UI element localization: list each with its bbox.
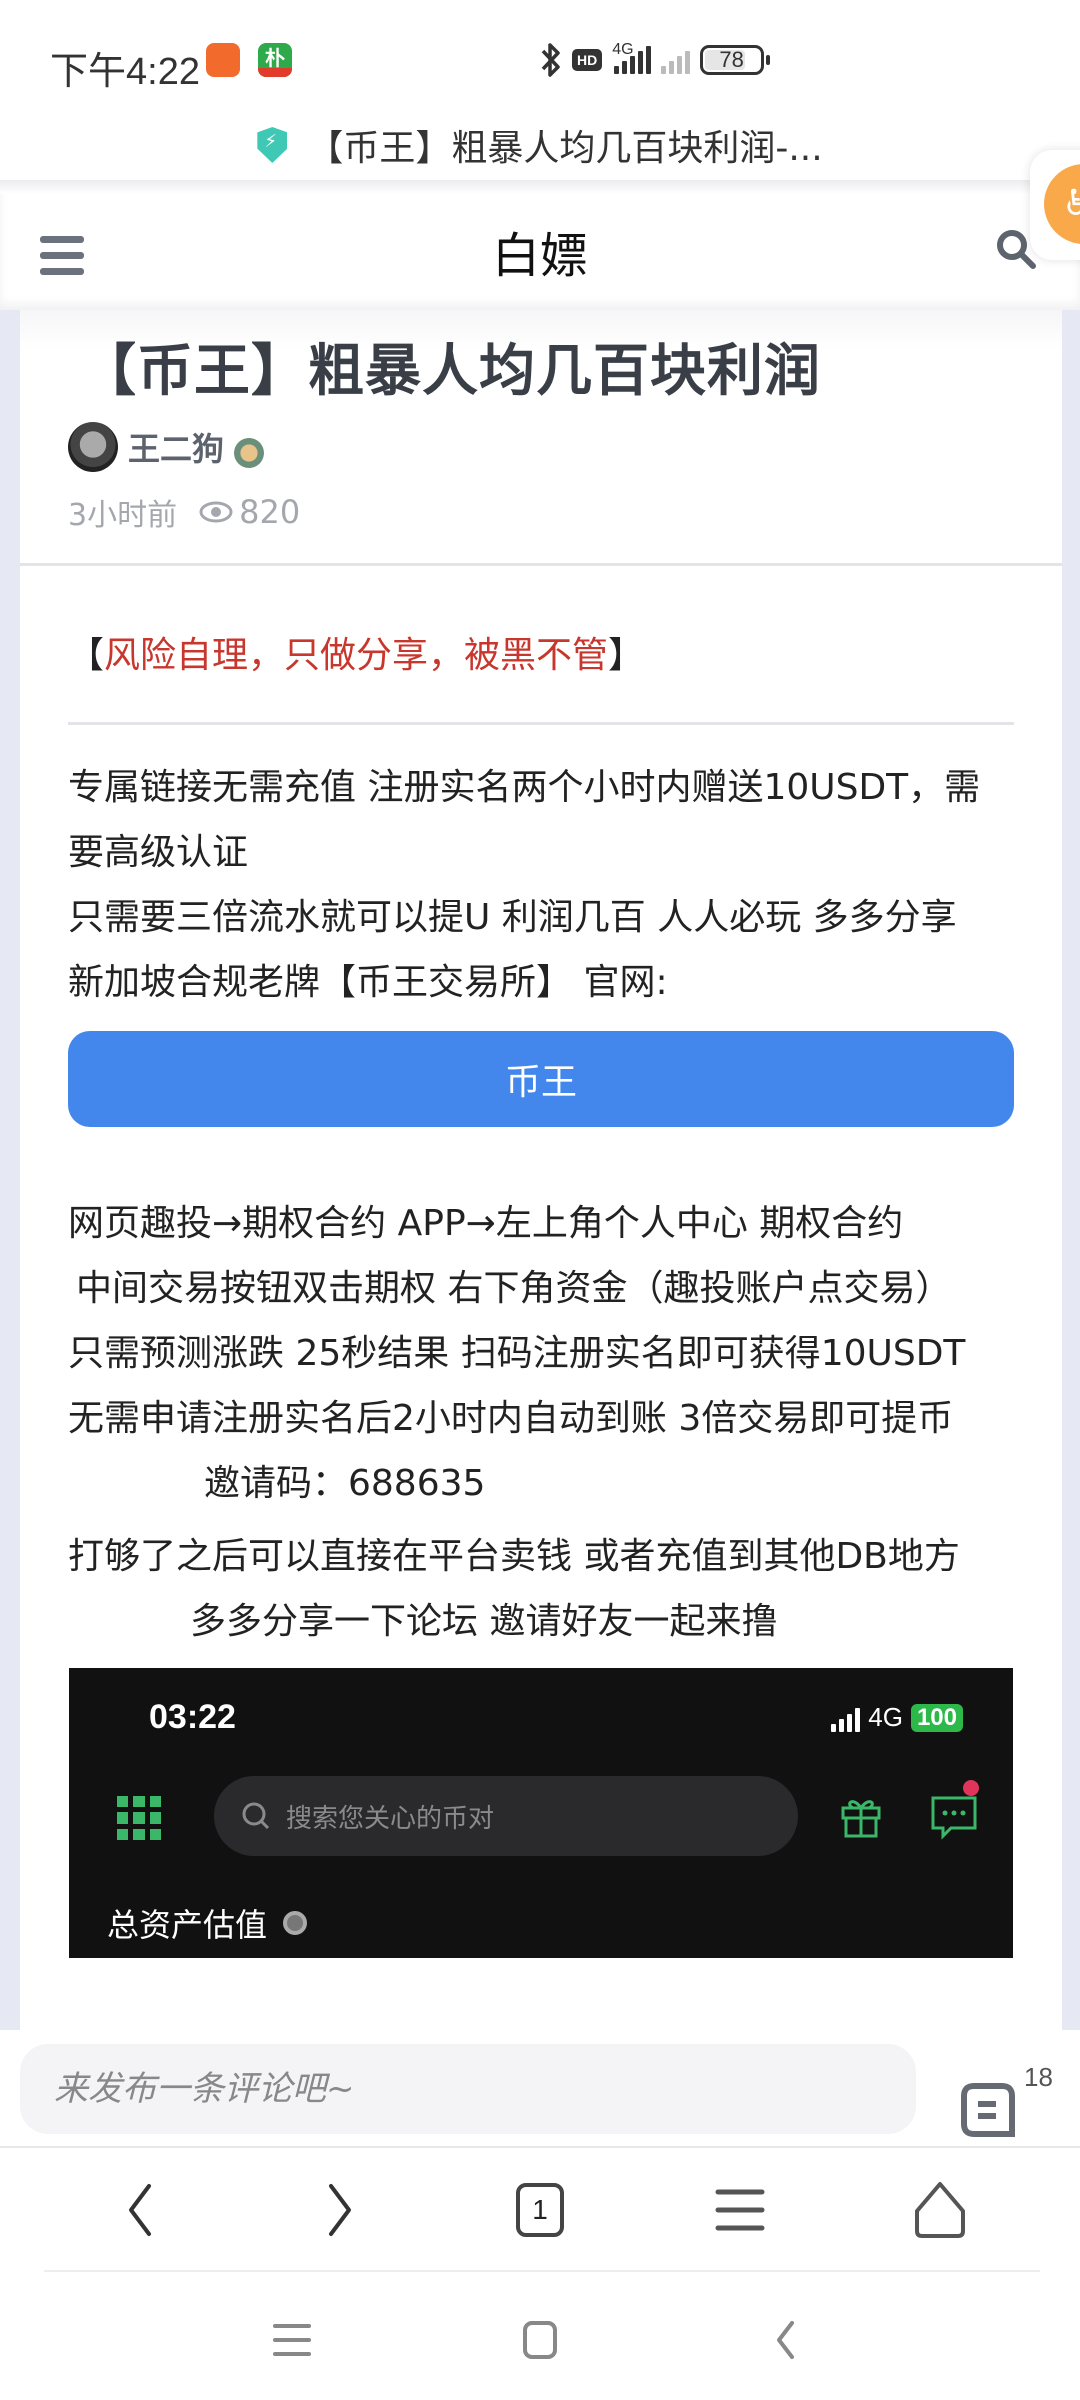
chevron-right-icon (329, 2184, 351, 2236)
post-meta: 3小时前 820 (68, 490, 300, 534)
back-button[interactable] (100, 2170, 180, 2250)
recent-apps-button[interactable] (262, 2310, 322, 2370)
view-count: 820 (199, 493, 300, 531)
menu-button[interactable] (700, 2170, 780, 2250)
back-system-button[interactable] (756, 2310, 816, 2370)
screenshot-time: 03:22 (149, 1698, 236, 1736)
system-navigation-bar (0, 2290, 1080, 2400)
invite-code: 邀请码：688635 (204, 1463, 486, 1504)
site-header: 白嫖 (0, 180, 1080, 310)
paragraph: 专属链接无需充值 注册实名两个小时内赠送10USDT，需要高级认证 (68, 767, 981, 873)
bluetooth-icon (541, 43, 560, 77)
comment-bar: 18 (0, 2030, 1080, 2148)
accessibility-float-button[interactable]: ♿︎ (1030, 150, 1080, 260)
post-card: 【币王】粗暴人均几百块利润 王二狗 3小时前 820 【风险自理，只做分享，被黑… (20, 310, 1062, 2030)
comment-input[interactable] (20, 2044, 916, 2134)
chevron-left-icon (129, 2184, 151, 2236)
official-site-button[interactable]: 币王 (68, 1031, 1014, 1127)
paragraph: 网页趣投→期权合约 APP→左上角个人中心 期权合约 (68, 1203, 904, 1244)
paragraph: 中间交易按钮双击期权 右下角资金（趣投账户点交易） (76, 1268, 952, 1309)
eye-icon (283, 1911, 308, 1935)
paragraph: 打够了之后可以直接在平台卖钱 或者充值到其他DB地方 (68, 1536, 960, 1577)
screenshot-network: 4G (868, 1702, 903, 1732)
risk-text: 风险自理，只做分享，被黑不管 (104, 635, 609, 676)
avatar[interactable] (68, 422, 118, 472)
eye-icon (199, 501, 233, 523)
battery-level: 78 (719, 47, 744, 72)
pu-app-notification-icon: 朴 (258, 43, 292, 77)
signal-no-sim-icon (660, 46, 690, 74)
home-icon (915, 2182, 965, 2238)
hd-voice-icon: HD (572, 49, 603, 71)
post-time: 3小时前 (68, 498, 178, 533)
grid-menu-icon (117, 1796, 161, 1840)
search-icon (242, 1802, 270, 1830)
post-content: 【风险自理，只做分享，被黑不管】 专属链接无需充值 注册实名两个小时内赠送10U… (68, 566, 1014, 1958)
status-bar: 下午4:22 朴 HD 4G 78 (0, 0, 1080, 110)
home-system-button[interactable] (510, 2310, 570, 2370)
gift-icon (841, 1800, 881, 1838)
forward-button[interactable] (300, 2170, 380, 2250)
recents-icon (273, 2324, 311, 2356)
signal-icon (831, 1704, 861, 1732)
accessibility-icon: ♿︎ (1044, 164, 1080, 244)
tab-count: 1 (516, 2183, 564, 2237)
screenshot-search-placeholder: 搜索您关心的币对 (286, 1803, 495, 1834)
message-icon (931, 1796, 977, 1840)
screenshot-status-icons: 4G 100 (831, 1702, 963, 1733)
screenshot-total-assets: 总资产估值 (107, 1900, 308, 1946)
view-count-value: 820 (239, 493, 301, 531)
screenshot-battery: 100 (910, 1703, 963, 1732)
home-button[interactable] (900, 2170, 980, 2250)
paragraph: 多多分享一下论坛 邀请好友一起来撸 (190, 1601, 778, 1642)
notification-dot (963, 1780, 979, 1796)
browser-toolbar: 1 (0, 2150, 1080, 2270)
site-title[interactable]: 白嫖 (0, 216, 1080, 286)
shield-bolt-icon (257, 127, 288, 163)
browser-title-bar[interactable]: 【币王】粗暴人均几百块利润-... (0, 110, 1080, 180)
author-info[interactable]: 王二狗 (68, 422, 265, 472)
screenshot-search-box: 搜索您关心的币对 (214, 1776, 798, 1856)
paragraph: 只需预测涨跌 25秒结果 扫码注册实名即可获得10USDT (68, 1333, 966, 1374)
tabs-button[interactable]: 1 (500, 2170, 580, 2250)
embedded-app-screenshot[interactable]: 03:22 4G 100 搜索您关心的币对 总资产估值 (69, 1668, 1013, 1958)
divider (44, 2270, 1040, 2272)
battery-icon: 78 (699, 45, 770, 75)
post-title: 【币王】粗暴人均几百块利润 (80, 339, 821, 404)
comment-icon[interactable] (960, 2082, 1016, 2138)
paragraph: 只需要三倍流水就可以提U 利润几百 人人必玩 多多分享 (68, 897, 957, 938)
xiaomi-store-notification-icon (206, 43, 240, 77)
post-header: 【币王】粗暴人均几百块利润 王二狗 3小时前 820 (20, 310, 1062, 566)
author-badge-icon (234, 438, 265, 468)
risk-disclaimer: 【风险自理，只做分享，被黑不管】 (68, 635, 645, 676)
menu-icon (715, 2189, 765, 2231)
status-icons: HD 4G 78 (540, 40, 770, 80)
comment-count: 18 (1024, 2062, 1053, 2092)
square-home-icon (523, 2321, 557, 2359)
author-name[interactable]: 王二狗 (128, 424, 224, 470)
network-type: 4G (612, 41, 634, 58)
browser-page-title[interactable]: 【币王】粗暴人均几百块利润-... (307, 119, 822, 171)
page-background: 【币王】粗暴人均几百块利润 王二狗 3小时前 820 【风险自理，只做分享，被黑… (0, 310, 1080, 2030)
back-icon (777, 2321, 794, 2359)
paragraph: 无需申请注册实名后2小时内自动到账 3倍交易即可提币 (68, 1398, 954, 1439)
paragraph: 新加坡合规老牌【币王交易所】 官网: (68, 962, 668, 1003)
status-time: 下午4:22 (50, 51, 200, 93)
divider (68, 722, 1014, 725)
